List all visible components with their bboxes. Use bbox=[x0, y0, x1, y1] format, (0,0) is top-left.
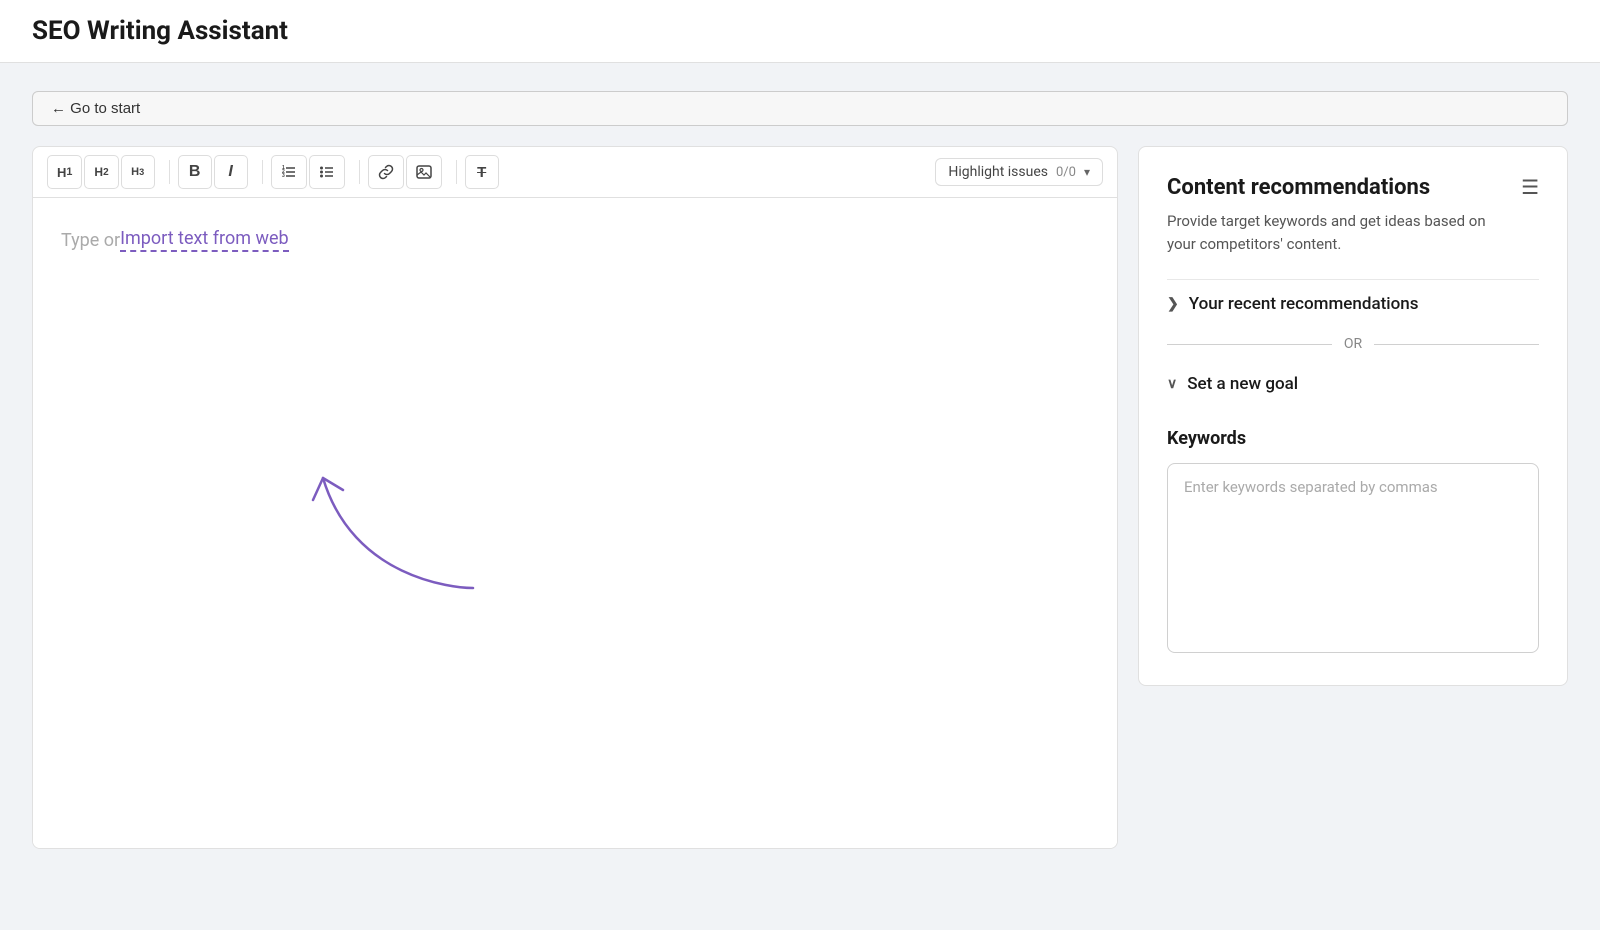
chevron-down-goal-icon: ∨ bbox=[1167, 376, 1177, 392]
h3-button[interactable]: H3 bbox=[121, 155, 155, 189]
keywords-label: Keywords bbox=[1167, 428, 1539, 449]
keywords-input[interactable] bbox=[1167, 463, 1539, 653]
go-to-start-button[interactable]: ← Go to start bbox=[32, 91, 1568, 126]
divider-3 bbox=[359, 160, 360, 184]
toolbar: H1 H2 H3 B I 123 bbox=[33, 147, 1117, 198]
app-title: SEO Writing Assistant bbox=[32, 16, 288, 46]
chevron-down-icon: ▾ bbox=[1084, 165, 1090, 179]
bold-button[interactable]: B bbox=[178, 155, 212, 189]
or-text: OR bbox=[1344, 336, 1362, 352]
panel-title: Content recommendations bbox=[1167, 175, 1513, 200]
recent-recommendations-row[interactable]: ❯ Your recent recommendations bbox=[1167, 279, 1539, 328]
decorative-arrow bbox=[293, 448, 513, 608]
format-group: B I bbox=[178, 155, 248, 189]
link-button[interactable] bbox=[368, 155, 404, 189]
panel-header: Content recommendations Provide target k… bbox=[1167, 175, 1539, 279]
h1-button[interactable]: H1 bbox=[47, 155, 82, 189]
svg-text:3: 3 bbox=[282, 173, 285, 179]
or-line-right bbox=[1374, 344, 1539, 345]
unordered-list-button[interactable] bbox=[309, 155, 345, 189]
recent-rec-label: Your recent recommendations bbox=[1189, 294, 1419, 314]
italic-button[interactable]: I bbox=[214, 155, 248, 189]
new-goal-label: Set a new goal bbox=[1187, 374, 1298, 394]
import-text-link[interactable]: Import text from web bbox=[120, 228, 289, 252]
or-divider: OR bbox=[1167, 336, 1539, 352]
highlight-label: Highlight issues bbox=[948, 164, 1048, 180]
heading-group: H1 H2 H3 bbox=[47, 155, 155, 189]
h2-button[interactable]: H2 bbox=[84, 155, 118, 189]
editor-panel: H1 H2 H3 B I 123 bbox=[32, 146, 1118, 849]
highlight-issues-dropdown[interactable]: Highlight issues 0/0 ▾ bbox=[935, 158, 1103, 186]
panel-description: Provide target keywords and get ideas ba… bbox=[1167, 210, 1513, 255]
list-group: 123 bbox=[271, 155, 345, 189]
image-button[interactable] bbox=[406, 155, 442, 189]
or-line-left bbox=[1167, 344, 1332, 345]
editor-layout: H1 H2 H3 B I 123 bbox=[32, 146, 1568, 849]
highlight-count: 0/0 bbox=[1056, 165, 1076, 180]
insert-group bbox=[368, 155, 442, 189]
ordered-list-button[interactable]: 123 bbox=[271, 155, 307, 189]
divider-2 bbox=[262, 160, 263, 184]
panel-menu-icon[interactable]: ☰ bbox=[1521, 175, 1539, 199]
keywords-section: Keywords bbox=[1167, 428, 1539, 657]
editor-body[interactable]: Type or Import text from web bbox=[33, 198, 1117, 848]
editor-placeholder: Type or Import text from web bbox=[61, 228, 1089, 252]
clear-format-button[interactable]: T bbox=[465, 155, 499, 189]
right-panel: Content recommendations Provide target k… bbox=[1138, 146, 1568, 686]
chevron-right-icon: ❯ bbox=[1167, 296, 1179, 312]
set-new-goal-row[interactable]: ∨ Set a new goal bbox=[1167, 360, 1539, 408]
divider-1 bbox=[169, 160, 170, 184]
divider-4 bbox=[456, 160, 457, 184]
